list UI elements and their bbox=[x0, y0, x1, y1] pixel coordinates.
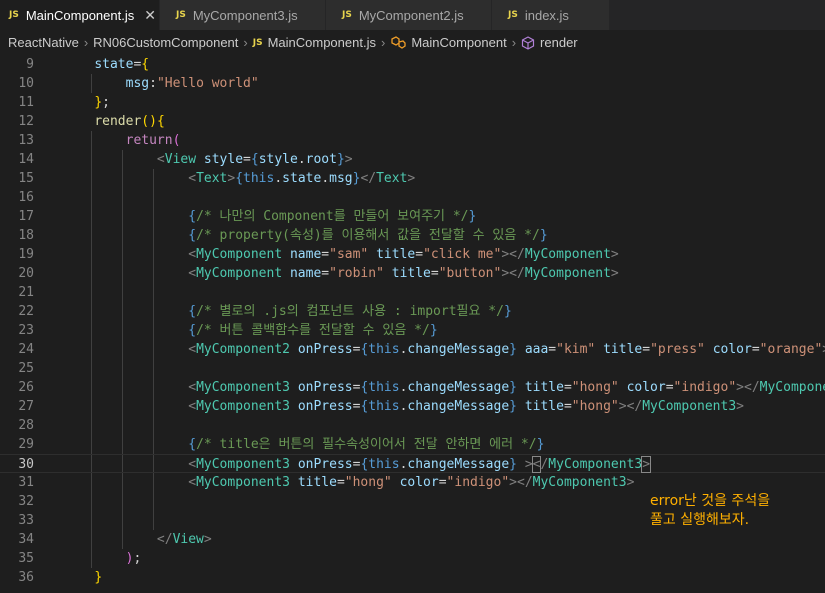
code-line: 13 return( bbox=[18, 133, 181, 148]
tab-maincomponent[interactable]: JS MainComponent.js ✕ bbox=[0, 0, 160, 30]
breadcrumb-item[interactable]: MainComponent bbox=[411, 35, 506, 50]
code-line: 14 <View style={style.root}> bbox=[18, 152, 353, 167]
code-line: 18 {/* property(속성)를 이용해서 값을 전달할 수 있음 */… bbox=[18, 228, 548, 243]
tab-mycomponent2[interactable]: JS MyComponent2.js bbox=[326, 0, 492, 30]
chevron-right-icon: › bbox=[511, 35, 517, 50]
tab-index[interactable]: JS index.js bbox=[492, 0, 610, 30]
breadcrumb-item[interactable]: RN06CustomComponent bbox=[93, 35, 238, 50]
code-line: 23 {/* 버튼 콜백함수를 전달할 수 있음 */} bbox=[18, 323, 438, 338]
code-line: 15 <Text>{this.state.msg}</Text> bbox=[18, 171, 416, 186]
code-line: 9 state={ bbox=[26, 57, 150, 72]
javascript-file-icon: JS bbox=[9, 10, 19, 20]
code-line: 25 bbox=[18, 361, 34, 376]
code-line: 22 {/* 별로의 .js의 컴포넌트 사용 : import필요 */} bbox=[18, 304, 512, 319]
code-line: 12 render(){ bbox=[18, 114, 165, 129]
tab-label: MyComponent2.js bbox=[358, 7, 464, 23]
tab-label: MainComponent.js bbox=[25, 7, 135, 23]
code-line: 35 ); bbox=[18, 551, 142, 566]
code-line: 29 {/* title은 버튼의 필수속성이어서 전달 안하면 에러 */} bbox=[18, 437, 545, 452]
code-line: 26 <MyComponent3 onPress={this.changeMes… bbox=[18, 380, 825, 395]
breadcrumb: ReactNative › RN06CustomComponent › JS M… bbox=[0, 30, 825, 55]
close-icon[interactable]: ✕ bbox=[144, 7, 156, 24]
tab-bar: JS MainComponent.js ✕ JS MyComponent3.js… bbox=[0, 0, 825, 30]
javascript-file-icon: JS bbox=[176, 10, 186, 20]
code-line: 20 <MyComponent name="robin" title="butt… bbox=[18, 266, 619, 281]
code-line: 34 </View> bbox=[18, 532, 212, 547]
annotation-line: 풀고 실행해보자. bbox=[650, 512, 750, 528]
tab-label: index.js bbox=[524, 7, 569, 23]
code-line: 19 <MyComponent name="sam" title="click … bbox=[18, 247, 619, 262]
code-line: 28 bbox=[18, 418, 34, 433]
breadcrumb-item[interactable]: MainComponent.js bbox=[268, 35, 376, 50]
javascript-file-icon: JS bbox=[342, 10, 352, 20]
code-line-current: 30 <MyComponent3 onPress={this.changeMes… bbox=[0, 454, 825, 473]
class-symbol-icon bbox=[391, 36, 406, 49]
chevron-right-icon: › bbox=[243, 35, 248, 50]
breadcrumb-item[interactable]: render bbox=[540, 35, 578, 50]
code-line: 31 <MyComponent3 title="hong" color="ind… bbox=[18, 475, 635, 490]
method-symbol-icon bbox=[521, 35, 535, 50]
tab-mycomponent3[interactable]: JS MyComponent3.js bbox=[160, 0, 326, 30]
code-line: 17 {/* 나만의 Component를 만들어 보여주기 */} bbox=[18, 209, 477, 224]
chevron-right-icon: › bbox=[83, 35, 89, 50]
code-line: 11 }; bbox=[18, 95, 110, 110]
tab-label: MyComponent3.js bbox=[192, 7, 298, 23]
javascript-file-icon: JS bbox=[252, 37, 263, 48]
code-line: 16 bbox=[18, 190, 34, 205]
code-line: 21 bbox=[18, 285, 34, 300]
code-line: 24 <MyComponent2 onPress={this.changeMes… bbox=[18, 342, 825, 357]
code-line: 27 <MyComponent3 onPress={this.changeMes… bbox=[18, 399, 744, 414]
code-line: 36 } bbox=[18, 570, 103, 585]
annotation-line: error난 것을 주석을 bbox=[650, 493, 771, 509]
javascript-file-icon: JS bbox=[508, 10, 518, 20]
code-editor[interactable]: 9 state={ 10 msg:"Hello world" 11 }; 12 … bbox=[0, 55, 825, 593]
chevron-right-icon: › bbox=[380, 35, 386, 50]
breadcrumb-item[interactable]: ReactNative bbox=[8, 35, 79, 50]
code-line: 10 msg:"Hello world" bbox=[18, 76, 259, 91]
annotation-note: error난 것을 주석을 풀고 실행해보자. bbox=[650, 492, 770, 530]
